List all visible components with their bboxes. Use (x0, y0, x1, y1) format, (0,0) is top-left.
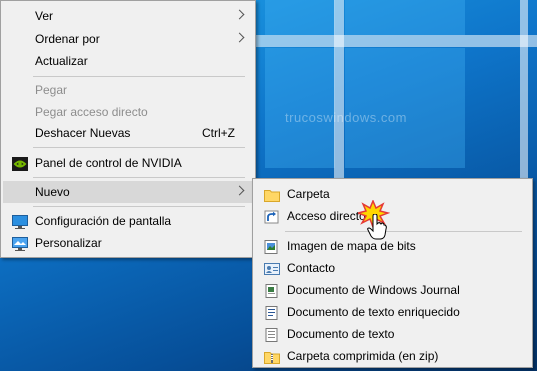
menu-separator (33, 206, 245, 207)
menu-item-shortcut: Ctrl+Z (202, 126, 235, 140)
submenu-item-windows-journal[interactable]: Documento de Windows Journal (255, 279, 530, 301)
menu-item-label: Personalizar (35, 236, 102, 250)
chevron-right-icon (234, 9, 245, 20)
window-frame-horizontal (255, 35, 537, 47)
menu-item-label: Panel de control de NVIDIA (35, 156, 182, 170)
submenu-item-texto-enriquecido[interactable]: Documento de texto enriquecido (255, 301, 530, 323)
menu-item-label: Documento de texto (287, 327, 395, 341)
hand-cursor-icon (367, 214, 387, 240)
menu-item-configuracion-pantalla[interactable]: Configuración de pantalla (3, 210, 253, 232)
bitmap-icon (264, 239, 280, 254)
rtf-icon (264, 305, 280, 320)
submenu-item-carpeta[interactable]: Carpeta (255, 183, 530, 205)
menu-item-label: Imagen de mapa de bits (287, 239, 416, 253)
menu-item-label: Carpeta (287, 187, 330, 201)
window-frame-vertical (334, 0, 344, 190)
personalize-icon (12, 236, 28, 251)
menu-item-label: Ver (35, 9, 54, 23)
submenu-item-imagen-bitmap[interactable]: Imagen de mapa de bits (255, 235, 530, 257)
window-pane (265, 0, 335, 35)
menu-item-label: Contacto (287, 261, 336, 275)
display-icon (12, 214, 28, 229)
menu-item-pegar[interactable]: Pegar (3, 79, 253, 101)
watermark: trucoswindows.com (285, 110, 407, 125)
menu-item-label: Pegar acceso directo (35, 105, 148, 119)
menu-item-label: Deshacer Nuevas (35, 126, 131, 140)
submenu-item-acceso-directo[interactable]: Acceso directo (255, 205, 530, 227)
nuevo-submenu: Carpeta Acceso directo Imagen de mapa de… (252, 178, 533, 368)
menu-item-label: Carpeta comprimida (en zip) (287, 349, 439, 363)
submenu-item-contacto[interactable]: Contacto (255, 257, 530, 279)
window-pane (265, 48, 335, 168)
chevron-right-icon (234, 32, 245, 43)
desktop-context-menu: Ver Ordenar por Actualizar Pegar Pegar a… (0, 0, 256, 258)
submenu-item-documento-texto[interactable]: Documento de texto (255, 323, 530, 345)
menu-item-label: Configuración de pantalla (35, 214, 172, 228)
menu-item-label: Ordenar por (35, 32, 100, 46)
menu-separator (33, 147, 245, 148)
journal-icon (264, 283, 280, 298)
shortcut-icon (264, 209, 280, 224)
window-frame-vertical-right (520, 0, 528, 190)
menu-item-personalizar[interactable]: Personalizar (3, 232, 253, 254)
zip-folder-icon (264, 349, 280, 364)
menu-item-label: Pegar (35, 83, 68, 97)
folder-icon (264, 187, 280, 202)
menu-item-label: Acceso directo (287, 209, 366, 223)
menu-item-label: Actualizar (35, 54, 88, 68)
menu-item-label: Documento de Windows Journal (287, 283, 460, 297)
menu-item-ver[interactable]: Ver (3, 5, 253, 27)
window-pane (345, 48, 465, 168)
window-pane (345, 0, 465, 35)
nvidia-icon (12, 156, 28, 171)
menu-separator (33, 177, 245, 178)
text-document-icon (264, 327, 280, 342)
menu-item-nuevo[interactable]: Nuevo (3, 181, 253, 203)
submenu-item-carpeta-comprimida[interactable]: Carpeta comprimida (en zip) (255, 345, 530, 367)
chevron-right-icon (234, 185, 245, 196)
menu-item-nvidia-panel[interactable]: Panel de control de NVIDIA (3, 152, 253, 174)
menu-item-ordenar-por[interactable]: Ordenar por (3, 28, 253, 50)
menu-item-label: Nuevo (35, 185, 70, 199)
menu-item-deshacer-nuevas[interactable]: Deshacer Nuevas Ctrl+Z (3, 122, 253, 144)
contact-icon (264, 261, 280, 275)
menu-item-pegar-acceso-directo[interactable]: Pegar acceso directo (3, 101, 253, 123)
menu-item-label: Documento de texto enriquecido (287, 305, 460, 319)
menu-separator (33, 76, 245, 77)
menu-separator (285, 231, 522, 232)
menu-item-actualizar[interactable]: Actualizar (3, 50, 253, 72)
